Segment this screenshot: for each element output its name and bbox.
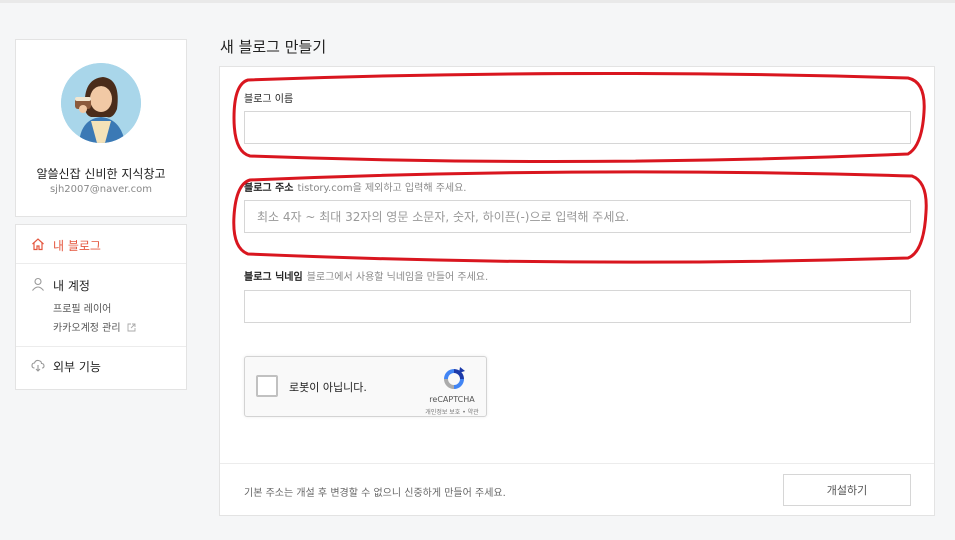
blog-address-label-text: 블로그 주소 xyxy=(244,183,294,194)
divider xyxy=(16,263,186,264)
sidebar-item-label: 외부 기능 xyxy=(53,360,101,374)
home-icon xyxy=(32,238,44,251)
cloud-download-icon xyxy=(31,359,45,372)
external-link-icon xyxy=(127,323,136,332)
blog-nickname-label-text: 블로그 닉네임 xyxy=(244,272,303,283)
recaptcha-brand: reCAPTCHA xyxy=(429,395,475,404)
kakao-account-link[interactable]: 카카오계정 관리 xyxy=(53,319,136,334)
recaptcha-label: 로봇이 아닙니다. xyxy=(289,381,367,394)
profile-name: 알쓸신잡 신비한 지식창고 xyxy=(36,167,166,181)
sidebar-menu: 내 블로그 내 계정 프로필 레이어 카카오계정 관리 외부 기능 xyxy=(15,224,187,390)
page-title: 새 블로그 만들기 xyxy=(220,38,327,56)
recaptcha-terms-link[interactable]: 개인정보 보호 • 약관 xyxy=(417,407,487,416)
divider xyxy=(16,346,186,347)
blog-nickname-hint: 블로그에서 사용할 닉네임을 만들어 주세요. xyxy=(306,272,489,283)
recaptcha-icon xyxy=(444,367,465,389)
blog-name-input[interactable] xyxy=(244,111,911,144)
blog-address-input[interactable] xyxy=(244,200,911,233)
top-border xyxy=(0,0,955,3)
form-footer: 기본 주소는 개설 후 변경할 수 없으니 신중하게 만들어 주세요. 개설하기 xyxy=(220,463,934,515)
profile-card: 알쓸신잡 신비한 지식창고 sjh2007@naver.com xyxy=(15,39,187,217)
footer-note: 기본 주소는 개설 후 변경할 수 없으니 신중하게 만들어 주세요. xyxy=(244,488,506,499)
profile-email: sjh2007@naver.com xyxy=(49,184,153,195)
blog-address-hint: tistory.com을 제외하고 입력해 주세요. xyxy=(297,183,467,194)
sidebar-item-label: 내 계정 xyxy=(53,279,90,293)
recaptcha-checkbox[interactable] xyxy=(256,375,278,397)
sidebar-item-label: 내 블로그 xyxy=(53,239,101,253)
kakao-account-label: 카카오계정 관리 xyxy=(53,323,121,334)
blog-address-label: 블로그 주소 tistory.com을 제외하고 입력해 주세요. xyxy=(244,179,467,194)
recaptcha-widget: 로봇이 아닙니다. reCAPTCHA 개인정보 보호 • 약관 xyxy=(244,356,487,417)
profile-layer-link[interactable]: 프로필 레이어 xyxy=(53,300,111,315)
create-blog-button[interactable]: 개설하기 xyxy=(783,474,911,506)
blog-nickname-input[interactable] xyxy=(244,290,911,323)
blog-name-label: 블로그 이름 xyxy=(244,90,293,105)
create-blog-form: 블로그 이름 블로그 주소 tistory.com을 제외하고 입력해 주세요. … xyxy=(219,66,935,516)
user-icon xyxy=(32,277,44,291)
blog-nickname-label: 블로그 닉네임 블로그에서 사용할 닉네임을 만들어 주세요. xyxy=(244,268,488,283)
avatar[interactable] xyxy=(61,63,141,143)
blog-name-label-text: 블로그 이름 xyxy=(244,94,294,105)
